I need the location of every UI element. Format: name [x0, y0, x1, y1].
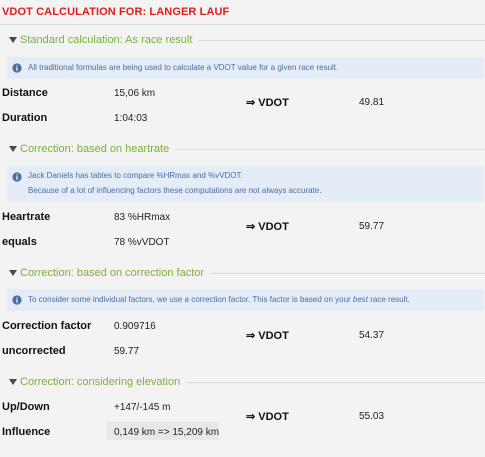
- info-box: To consider some individual factors, we …: [7, 289, 484, 311]
- section-divider: [175, 148, 485, 150]
- info-text: All traditional formulas are being used …: [28, 63, 339, 72]
- section-heading: Standard calculation: As race result: [20, 34, 193, 46]
- info-icon: [12, 172, 22, 182]
- info-text: To consider some individual factors, we …: [28, 292, 410, 307]
- row-value: 0,149 km => 15,209 km: [114, 427, 220, 438]
- section-divider: [198, 39, 485, 41]
- row-label: Distance: [2, 87, 48, 99]
- section-divider: [186, 381, 485, 383]
- chevron-down-icon: [8, 144, 18, 154]
- page-title: VDOT CALCULATION FOR: LANGER LAUF: [2, 6, 230, 18]
- vdot-value: 49.81: [359, 97, 385, 108]
- chevron-down-icon: [8, 377, 18, 387]
- vdot-label: ⇒ VDOT: [246, 221, 289, 233]
- row-value: 83 %HRmax: [114, 212, 171, 223]
- info-box: All traditional formulas are being used …: [7, 57, 484, 79]
- info-text: Jack Daniels has tables to compare %HRma…: [28, 171, 243, 180]
- vdot-label: ⇒ VDOT: [246, 411, 289, 423]
- row-value: 78 %vVDOT: [114, 237, 170, 248]
- row-value: 59.77: [114, 346, 140, 357]
- vdot-value: 54.37: [359, 330, 385, 341]
- row-value: +147/-145 m: [114, 402, 171, 413]
- vdot-value: 59.77: [359, 221, 385, 232]
- info-box: Jack Daniels has tables to compare %HRma…: [7, 166, 484, 202]
- section-heartrate-toggle[interactable]: Correction: based on heartrate: [8, 142, 485, 156]
- chevron-down-icon: [8, 35, 18, 45]
- vdot-value: 55.03: [359, 411, 385, 422]
- info-icon: [12, 63, 22, 73]
- row-label: Heartrate: [2, 211, 51, 223]
- info-text-part: To consider some individual factors, we …: [28, 295, 353, 304]
- info-text-part: race result.: [368, 295, 410, 304]
- row-label: Duration: [2, 112, 48, 124]
- section-divider: [210, 272, 485, 274]
- row-label: Up/Down: [2, 401, 50, 413]
- row-label: uncorrected: [2, 345, 66, 357]
- info-text-emphasis: best: [352, 295, 369, 304]
- row-label: Correction factor: [2, 320, 92, 332]
- vdot-label: ⇒ VDOT: [246, 97, 289, 109]
- row-label: equals: [2, 236, 37, 248]
- row-label: Influence: [2, 426, 51, 438]
- row-value: 0.909716: [114, 321, 156, 332]
- vdot-label: ⇒ VDOT: [246, 330, 289, 342]
- section-elevation-toggle[interactable]: Correction: considering elevation: [8, 375, 485, 389]
- section-heading: Correction: based on correction factor: [20, 267, 205, 279]
- info-text: Because of a lot of influencing factors …: [28, 186, 322, 195]
- info-icon: [12, 295, 22, 305]
- row-value: 15,06 km: [114, 88, 156, 99]
- title-divider: [0, 24, 485, 25]
- section-heading: Correction: based on heartrate: [20, 143, 170, 155]
- section-heading: Correction: considering elevation: [20, 376, 181, 388]
- section-correction-factor-toggle[interactable]: Correction: based on correction factor: [8, 266, 485, 280]
- row-value: 1:04:03: [114, 113, 148, 124]
- chevron-down-icon: [8, 268, 18, 278]
- section-standard-toggle[interactable]: Standard calculation: As race result: [8, 33, 485, 47]
